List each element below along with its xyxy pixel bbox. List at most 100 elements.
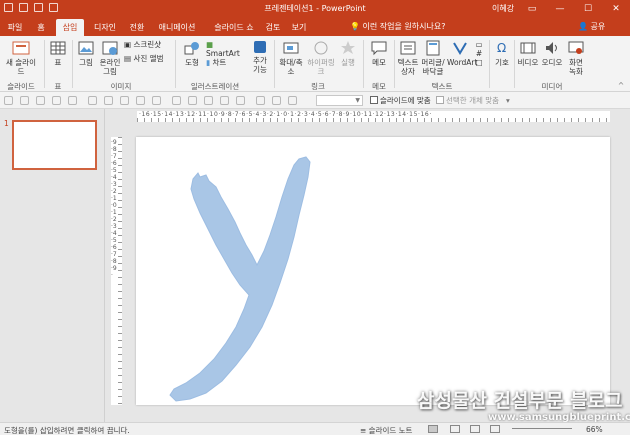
tell-me-label: 이런 작업을 원하시나요? <box>362 22 446 31</box>
screenshot-button[interactable]: ▣ 스크린샷 <box>124 40 164 49</box>
audio-button[interactable]: 오디오 <box>541 40 563 67</box>
new-slide-button[interactable]: 새 슬라이드 <box>3 40 39 76</box>
zoom-button[interactable]: 확대/축소 <box>278 40 304 76</box>
shape-tool-icon[interactable] <box>120 96 129 105</box>
tab-transitions[interactable]: 전환 <box>126 19 148 36</box>
shape-tool-icon[interactable] <box>36 96 45 105</box>
shape-tool-icon[interactable] <box>104 96 113 105</box>
ribbon-tabs: 파일 홈 삽입 디자인 전환 애니메이션 슬라이드 쇼 검토 보기 💡 이런 작… <box>0 17 630 36</box>
photo-album-label: 사진 앨범 <box>133 54 164 63</box>
group-text-label: 텍스트 <box>431 82 453 91</box>
status-bar: 도형을(를) 삽입하려면 클릭하여 끕니다. ≡ 슬라이드 노트 66% <box>0 422 630 435</box>
shape-tool-icon[interactable] <box>236 96 245 105</box>
comment-icon <box>371 41 387 56</box>
tab-design[interactable]: 디자인 <box>90 19 120 36</box>
shape-tool-icon[interactable] <box>136 96 145 105</box>
zoom-slider[interactable] <box>512 428 572 429</box>
tab-insert[interactable]: 삽입 <box>56 19 84 36</box>
snap-to-slide-checkbox[interactable]: 슬라이드에 맞춤 <box>370 95 431 106</box>
wordart-icon <box>453 42 467 55</box>
group-images-label: 이미지 <box>110 82 132 91</box>
minimize-button[interactable]: — <box>546 0 574 17</box>
textbox-button[interactable]: 텍스트 상자 <box>397 40 419 76</box>
hyperlink-button[interactable]: 하이퍼링크 <box>306 40 336 76</box>
header-footer-icon <box>426 40 440 56</box>
vertical-ruler: ·9·8·7·6·5·4·3·2·1·0·1·2·3·4·5·6·7·8·9· <box>111 137 122 405</box>
close-button[interactable]: ✕ <box>602 0 630 17</box>
screen-recording-icon <box>568 41 584 54</box>
tab-home[interactable]: 홈 <box>32 19 50 36</box>
video-button[interactable]: 비디오 <box>517 40 539 67</box>
comment-label: 메모 <box>372 58 386 67</box>
smartart-button[interactable]: ■ SmartArt <box>206 40 246 58</box>
fit-selected-checkbox[interactable]: 선택한 개체 맞춤 <box>436 95 499 106</box>
comment-button[interactable]: 메모 <box>368 40 390 67</box>
shape-tool-icon[interactable] <box>152 96 161 105</box>
shapes-icon <box>184 42 199 55</box>
group-separator <box>274 40 275 88</box>
audio-label: 오디오 <box>541 58 563 67</box>
slide-thumbnail[interactable] <box>12 120 97 170</box>
tab-animations[interactable]: 애니메이션 <box>156 19 198 36</box>
shape-tool-icon[interactable] <box>68 96 77 105</box>
brush-stroke-shape[interactable] <box>169 156 311 402</box>
header-footer-button[interactable]: 머리글/바닥글 <box>421 40 445 76</box>
shape-tool-icon[interactable] <box>220 96 229 105</box>
tab-view[interactable]: 보기 <box>290 19 308 36</box>
window-controls: ▭ — ☐ ✕ <box>518 0 630 17</box>
shape-tool-icon[interactable] <box>288 96 297 105</box>
tab-slideshow[interactable]: 슬라이드 쇼 <box>208 19 260 36</box>
reading-view-icon[interactable] <box>470 425 480 433</box>
shape-combo-box[interactable]: ▼ <box>316 95 363 106</box>
shape-tool-icon[interactable] <box>20 96 29 105</box>
group-separator <box>175 40 176 88</box>
tab-file[interactable]: 파일 <box>4 19 26 36</box>
speaker-icon <box>546 42 557 54</box>
slide-sorter-icon[interactable] <box>450 425 460 433</box>
shape-tool-icon[interactable] <box>4 96 13 105</box>
toolbar-options-icon[interactable]: ▾ <box>506 95 510 106</box>
shape-tool-icon[interactable] <box>272 96 281 105</box>
shape-tool-icon[interactable] <box>256 96 265 105</box>
shapes-button[interactable]: 도형 <box>180 40 204 67</box>
shape-tool-icon[interactable] <box>204 96 213 105</box>
shape-tool-icon[interactable] <box>172 96 181 105</box>
slide-number-icon: # <box>475 49 483 58</box>
slide[interactable] <box>136 137 610 405</box>
tab-review[interactable]: 검토 <box>264 19 282 36</box>
shapes-label: 도형 <box>185 58 199 67</box>
user-name[interactable]: 이혜강 <box>492 3 514 14</box>
share-button[interactable]: 👤 공유 <box>578 19 605 34</box>
action-button[interactable]: 실행 <box>338 40 358 67</box>
group-separator <box>44 40 45 88</box>
group-separator <box>394 40 395 88</box>
table-button[interactable]: 표 <box>47 40 69 67</box>
photo-album-button[interactable]: ▤ 사진 앨범 <box>124 54 164 63</box>
screen-recording-button[interactable]: 화면 녹화 <box>565 40 587 76</box>
text-more-icons[interactable]: ▭ # □ <box>474 40 484 67</box>
picture-icon <box>78 41 94 55</box>
collapse-ribbon-icon[interactable]: ^ <box>616 81 626 90</box>
addins-button[interactable]: 추가 기능 <box>250 40 270 74</box>
slideshow-view-icon[interactable] <box>490 425 500 433</box>
chart-label: 차트 <box>212 58 227 67</box>
group-separator <box>72 40 73 88</box>
group-separator <box>489 40 490 88</box>
tell-me-search[interactable]: 💡 이런 작업을 원하시나요? <box>350 19 445 34</box>
online-picture-button[interactable]: 온라인 그림 <box>98 40 122 76</box>
zoom-level[interactable]: 66% <box>586 425 603 434</box>
zoom-label: 확대/축소 <box>279 58 303 76</box>
maximize-button[interactable]: ☐ <box>574 0 602 17</box>
wordart-button[interactable]: WordArt <box>447 40 477 67</box>
symbols-button[interactable]: Ω 기호 <box>493 40 511 67</box>
ribbon-display-options-icon[interactable]: ▭ <box>518 0 546 17</box>
shape-tool-icon[interactable] <box>88 96 97 105</box>
chart-button[interactable]: ▮ 차트 <box>206 58 246 67</box>
shape-tool-icon[interactable] <box>188 96 197 105</box>
lightbulb-icon: 💡 <box>350 22 360 31</box>
shape-tool-icon[interactable] <box>52 96 61 105</box>
normal-view-icon[interactable] <box>428 425 438 433</box>
picture-button[interactable]: 그림 <box>76 40 96 67</box>
horizontal-ruler-labels: ·16·15·14·13·12·11·10·9·8·7·6·5·4·3·2·1·… <box>139 111 432 118</box>
notes-button[interactable]: ≡ 슬라이드 노트 <box>360 425 412 435</box>
